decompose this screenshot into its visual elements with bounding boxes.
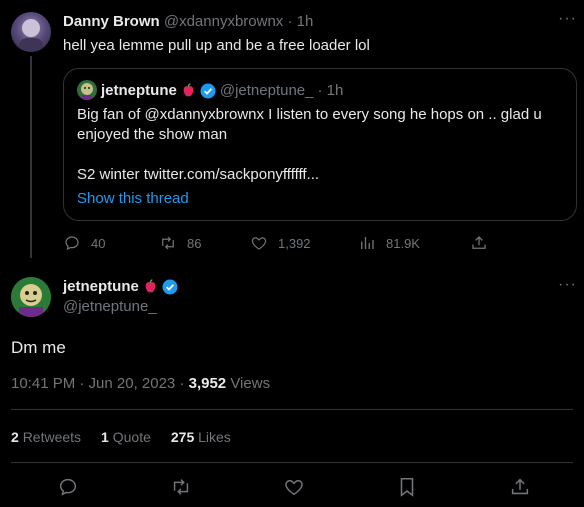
- retweets-link[interactable]: 2 Retweets: [11, 429, 81, 445]
- retweet-icon: [173, 479, 189, 495]
- like-count: 1,392: [278, 235, 311, 251]
- divider: [11, 462, 573, 463]
- apple-emoji-icon: [181, 83, 196, 98]
- jetneptune-avatar[interactable]: [11, 277, 51, 317]
- more-icon[interactable]: ···: [558, 276, 577, 294]
- main-tweet-header: jetneptune: [63, 278, 178, 295]
- quoted-author-handle: @jetneptune_: [219, 82, 314, 99]
- main-tweet-meta: 10:41 PM · Jun 20, 2023 · 3,952 Views: [11, 375, 270, 392]
- like-icon: [285, 480, 303, 496]
- main-tweet-text: Dm me: [11, 338, 66, 357]
- share-icon: [472, 236, 486, 249]
- likes-link[interactable]: 275 Likes: [171, 429, 231, 445]
- main-bookmark-button[interactable]: [396, 476, 418, 498]
- quoted-tweet-text-line3: S2 winter twitter.com/sackponyffffff...: [77, 166, 320, 183]
- views-count: 81.9K: [386, 235, 420, 251]
- retweet-button[interactable]: 86: [159, 234, 201, 252]
- thread-line: [30, 56, 32, 258]
- parent-author-name[interactable]: Danny Brown: [63, 13, 160, 30]
- parent-author-handle[interactable]: @xdannyxbrownx: [164, 13, 283, 30]
- quoted-tweet-text-line2: enjoyed the show man: [77, 126, 228, 143]
- retweet-icon: [162, 236, 174, 250]
- quotes-link[interactable]: 1 Quote: [101, 429, 151, 445]
- main-tweet-views-count: 3,952: [188, 375, 227, 392]
- danny-brown-avatar[interactable]: [11, 12, 51, 52]
- more-icon[interactable]: ···: [558, 10, 577, 28]
- main-tweet-time[interactable]: 10:41 PM · Jun 20, 2023 ·: [11, 375, 184, 392]
- parent-tweet-header: Danny Brown @xdannyxbrownx · 1h: [63, 13, 313, 30]
- main-author-name[interactable]: jetneptune: [63, 278, 139, 295]
- main-author-handle[interactable]: @jetneptune_: [63, 298, 157, 315]
- like-button[interactable]: 1,392: [250, 234, 311, 252]
- share-icon: [511, 478, 529, 495]
- quoted-tweet-time: · 1h: [317, 82, 344, 99]
- likes-label: Likes: [198, 429, 231, 445]
- retweets-count: 2: [11, 429, 19, 445]
- like-icon: [251, 237, 267, 250]
- verified-badge-icon: [200, 83, 216, 99]
- show-thread-link[interactable]: Show this thread: [77, 190, 189, 207]
- quoted-author-avatar: [77, 80, 97, 100]
- main-share-button[interactable]: [509, 476, 531, 498]
- quoted-author-name: jetneptune: [101, 82, 177, 99]
- reply-icon: [65, 236, 79, 251]
- views-icon: [361, 237, 374, 249]
- main-tweet-views-label: Views: [230, 375, 271, 392]
- bookmark-icon: [400, 477, 414, 497]
- main-like-button[interactable]: [283, 476, 305, 498]
- reply-icon: [59, 478, 77, 496]
- divider: [11, 409, 573, 410]
- apple-emoji-icon: [143, 279, 158, 294]
- quoted-tweet-header: jetneptune @jetneptune_ · 1h: [101, 82, 343, 99]
- main-reply-button[interactable]: [57, 476, 79, 498]
- quotes-label: Quote: [112, 429, 151, 445]
- parent-tweet-time[interactable]: · 1h: [287, 13, 313, 30]
- share-button[interactable]: [470, 234, 488, 252]
- quotes-count: 1: [101, 429, 109, 445]
- reply-count: 40: [91, 235, 106, 251]
- retweets-label: Retweets: [22, 429, 82, 445]
- main-retweet-button[interactable]: [170, 476, 192, 498]
- parent-tweet-text: hell yea lemme pull up and be a free loa…: [63, 37, 370, 54]
- views-button[interactable]: 81.9K: [358, 234, 420, 252]
- quoted-tweet-text-line1: Big fan of @xdannyxbrownx I listen to ev…: [77, 106, 542, 123]
- reply-button[interactable]: 40: [63, 234, 105, 252]
- verified-badge-icon: [162, 279, 178, 295]
- engagement-counts: 2 Retweets 1 Quote 275 Likes: [11, 429, 231, 445]
- likes-count: 275: [170, 429, 195, 445]
- retweet-count: 86: [187, 235, 202, 251]
